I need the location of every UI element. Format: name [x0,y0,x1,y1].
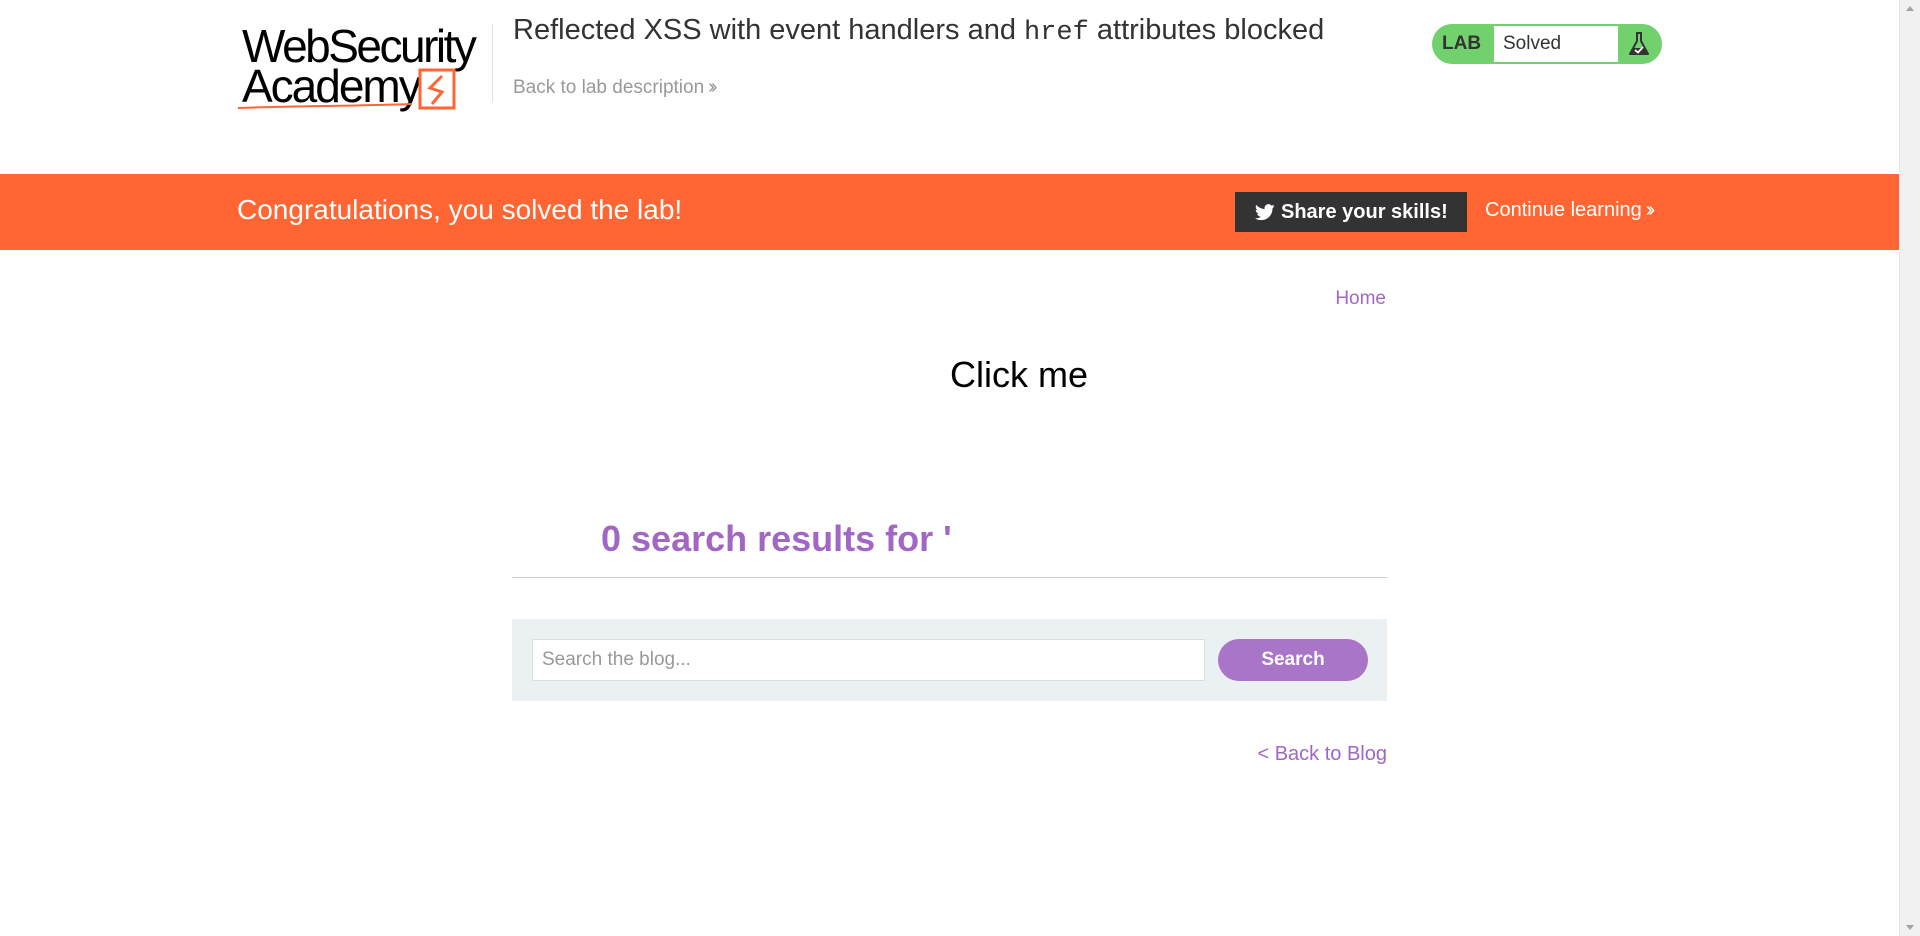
results-divider [512,577,1387,578]
vertical-scrollbar[interactable] [1899,0,1920,936]
twitter-icon [1255,204,1275,221]
lab-title: Reflected XSS with event handlers and hr… [513,14,1325,48]
search-results-heading: 0 search results for ' [601,518,952,559]
search-form: Search [512,619,1387,701]
logo-bolt-icon [237,68,456,110]
lab-status-label: LAB [1442,33,1482,54]
search-button[interactable]: Search [1218,639,1368,681]
click-me-link[interactable]: Click me [950,354,1088,396]
scroll-down-arrow-icon[interactable] [1906,925,1914,930]
back-to-lab-description-link[interactable]: Back to lab description ›› [513,76,718,99]
page: WebSecurity Academy Reflected XSS with e… [0,0,1899,936]
lab-title-code: href [1024,18,1089,48]
search-input[interactable] [532,639,1205,681]
web-security-academy-logo[interactable]: WebSecurity Academy [236,22,492,112]
header-divider [492,24,493,102]
scroll-up-arrow-icon[interactable] [1906,6,1914,11]
share-skills-label: Share your skills! [1281,201,1448,223]
lab-status-widget: LAB Solved [1432,24,1662,64]
back-to-blog-link[interactable]: < Back to Blog [1257,743,1387,766]
home-link[interactable]: Home [1335,288,1386,310]
flask-icon [1629,32,1649,55]
share-skills-button[interactable]: Share your skills! [1235,192,1467,232]
congratulations-message: Congratulations, you solved the lab! [237,194,683,225]
lab-status-value: Solved [1494,26,1618,62]
double-chevron-right-icon: ›› [708,76,718,98]
solved-banner: Congratulations, you solved the lab! Sha… [0,174,1899,250]
continue-learning-link[interactable]: Continue learning ›› [1485,199,1656,222]
double-chevron-right-icon: ›› [1645,199,1656,221]
